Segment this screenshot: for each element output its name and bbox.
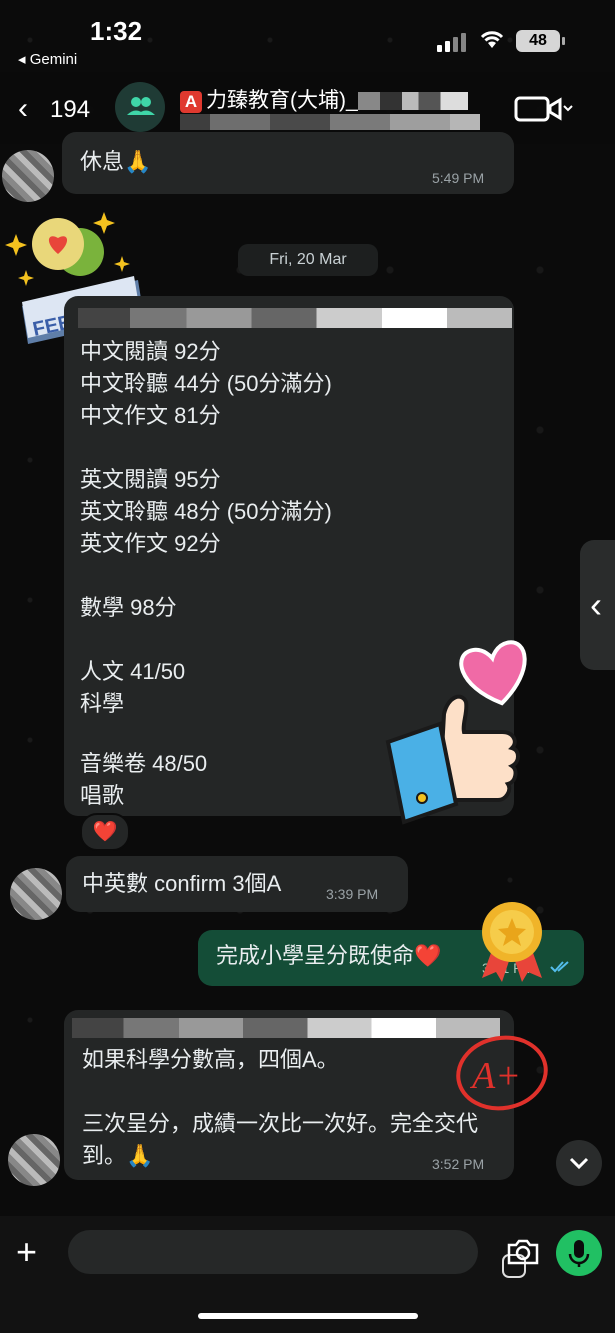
sender-avatar[interactable]	[2, 150, 54, 202]
score-line: 英文聆聽 48分 (50分滿分)	[80, 499, 332, 524]
score-line	[80, 432, 332, 464]
battery-tip	[562, 37, 565, 45]
battery-icon: 48	[516, 30, 560, 52]
scroll-to-bottom-button[interactable]	[556, 1140, 602, 1186]
home-indicator	[198, 1313, 418, 1319]
message-text: 完成小學呈分既使命❤️	[216, 943, 442, 968]
sender-avatar[interactable]	[10, 868, 62, 920]
a-badge-icon: A	[180, 91, 202, 113]
mic-icon	[568, 1240, 590, 1267]
score-line	[80, 720, 332, 748]
score-line: 音樂卷 48/50	[80, 751, 208, 776]
status-bar: 1:32 ◂ Gemini 48	[0, 0, 615, 72]
a-plus-sticker-text: A+	[469, 1055, 521, 1097]
unread-count: 194	[50, 96, 91, 123]
score-line: 中文閱讀 92分	[80, 339, 221, 364]
score-line: 中文聆聽 44分 (50分滿分)	[80, 371, 332, 396]
score-line: 人文 41/50	[80, 659, 186, 684]
message-bubble-incoming[interactable]: 中英數 confirm 3個A 3:39 PM	[66, 856, 408, 912]
group-title[interactable]: A 力臻教育(大埔)_	[180, 84, 468, 114]
clock: 1:32	[90, 16, 143, 46]
score-line: 科學	[80, 691, 125, 716]
score-line	[80, 624, 332, 656]
redacted-sender-name	[72, 1018, 500, 1038]
group-avatar[interactable]	[115, 82, 165, 132]
mic-button[interactable]	[556, 1230, 602, 1276]
signal-icon	[437, 32, 469, 52]
score-line: 英文作文 92分	[80, 531, 221, 556]
message-text: 休息🙏	[80, 149, 152, 174]
score-line	[80, 560, 332, 592]
read-receipt-icon	[550, 961, 569, 973]
back-chevron-icon: ‹	[18, 92, 28, 125]
redacted-sender-name	[78, 308, 512, 328]
message-time: 3:39 PM	[326, 886, 379, 902]
group-title-text: 力臻教育(大埔)_	[206, 89, 358, 112]
side-panel-handle[interactable]: ‹	[580, 540, 615, 670]
gold-medal-sticker	[482, 902, 542, 982]
sender-avatar[interactable]	[8, 1134, 60, 1186]
wifi-icon	[480, 31, 504, 48]
message-time: 3:52 PM	[432, 1156, 485, 1172]
score-line: 唱歌	[80, 783, 125, 808]
message-input[interactable]	[68, 1230, 526, 1278]
redacted-title	[357, 92, 468, 111]
message-time: 5:49 PM	[432, 170, 485, 186]
video-call-icon[interactable]	[514, 94, 574, 124]
back-button[interactable]: ‹ 194	[14, 92, 104, 126]
back-to-app-link[interactable]: ◂ Gemini	[18, 50, 77, 68]
chevron-down-icon	[569, 1157, 589, 1170]
score-list: 中文閱讀 92分 中文聆聽 44分 (50分滿分) 中文作文 81分 英文閱讀 …	[80, 336, 332, 812]
plus-icon[interactable]: +	[16, 1234, 37, 1270]
a-plus-sticker: A+	[456, 1035, 548, 1111]
date-separator: Fri, 20 Mar	[238, 244, 378, 276]
thumbs-up-heart-sticker	[385, 640, 527, 825]
message-bubble-incoming[interactable]: 休息🙏 5:49 PM	[62, 132, 514, 194]
heart-reaction[interactable]: ❤️	[80, 813, 130, 851]
message-bubble-incoming[interactable]: 如果科學分數高，四個A。 三次呈分，成績一次比一次好。完全交代到。🙏 3:52 …	[64, 1010, 514, 1180]
group-icon	[127, 97, 155, 115]
message-text: 中英數 confirm 3個A	[82, 871, 282, 896]
camera-icon[interactable]	[506, 1238, 540, 1266]
chevron-left-icon: ‹	[590, 584, 602, 625]
message-text: 如果科學分數高，四個A。 三次呈分，成績一次比一次好。完全交代到。🙏	[82, 1047, 479, 1168]
score-line: 中文作文 81分	[80, 403, 221, 428]
redacted-subtitle	[180, 114, 480, 130]
score-line: 英文閱讀 95分	[80, 467, 221, 492]
score-line: 數學 98分	[80, 595, 177, 620]
